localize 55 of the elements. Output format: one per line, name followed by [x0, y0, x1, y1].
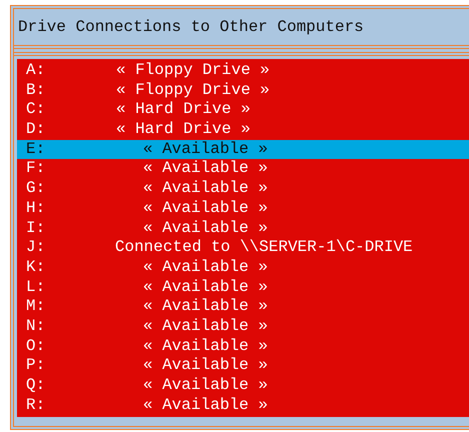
drive-row[interactable]: I: « Available » — [17, 218, 469, 238]
drive-status: « Available » — [142, 297, 268, 317]
drive-letter: A: — [25, 61, 46, 81]
drive-letter: M: — [25, 297, 46, 317]
drive-row[interactable]: G: « Available » — [17, 179, 469, 199]
drive-status: « Available » — [142, 198, 268, 218]
drive-letter: I: — [25, 218, 46, 238]
drive-letter: G: — [25, 179, 46, 199]
drive-status: « Available » — [142, 140, 268, 160]
drive-status: « Available » — [142, 159, 268, 180]
drive-status: « Available » — [142, 179, 268, 199]
drive-status: « Available » — [142, 356, 268, 376]
drive-letter: Q: — [25, 376, 46, 396]
drive-status: « Available » — [142, 336, 268, 356]
drive-row[interactable]: M: « Available » — [17, 297, 469, 317]
drive-status: « Floppy Drive » — [115, 61, 270, 81]
drive-status: Connected to \\SERVER-1\C-DRIVE — [114, 238, 413, 258]
drive-row[interactable]: A: « Floppy Drive » — [17, 61, 469, 81]
drive-row[interactable]: H: « Available » — [17, 198, 469, 218]
drive-row[interactable]: O: « Available » — [17, 336, 469, 356]
drive-status: « Available » — [142, 218, 268, 238]
drive-letter: R: — [25, 396, 46, 416]
drive-row[interactable]: F: « Available » — [17, 159, 469, 180]
drive-status: « Available » — [142, 258, 268, 278]
drive-row[interactable]: C: « Hard Drive » — [17, 100, 469, 120]
window-title: Drive Connections to Other Computers — [18, 17, 364, 38]
drive-row[interactable]: R: « Available » — [17, 396, 469, 416]
drive-row[interactable]: Q: « Available » — [17, 376, 469, 396]
drive-row[interactable]: D: « Hard Drive » — [17, 120, 469, 140]
drive-letter: F: — [25, 159, 46, 180]
drive-letter: D: — [25, 120, 46, 140]
drive-row[interactable]: B: « Floppy Drive » — [17, 80, 469, 100]
drive-letter: O: — [25, 336, 46, 356]
drive-letter: H: — [25, 198, 46, 218]
drive-row[interactable]: E: « Available » — [17, 140, 469, 160]
drive-letter: B: — [25, 80, 46, 100]
drive-letter: C: — [25, 100, 46, 120]
drive-letter: P: — [25, 356, 46, 376]
drive-status: « Hard Drive » — [115, 100, 250, 120]
drive-row[interactable]: N: « Available » — [17, 316, 469, 337]
drive-row[interactable]: K: « Available » — [17, 258, 469, 278]
drive-status: « Available » — [142, 316, 268, 337]
drive-status: « Floppy Drive » — [115, 80, 270, 100]
drive-status: « Available » — [142, 376, 268, 396]
drive-row[interactable]: J: Connected to \\SERVER-1\C-DRIVE — [17, 238, 469, 258]
drive-letter: N: — [25, 316, 46, 337]
drive-status: « Available » — [142, 396, 268, 416]
drive-status: « Available » — [142, 278, 268, 298]
drive-row[interactable]: P: « Available » — [17, 356, 469, 376]
drive-row[interactable]: L: « Available » — [17, 278, 469, 298]
drive-status: « Hard Drive » — [115, 120, 250, 140]
drive-letter: J: — [25, 238, 46, 258]
drive-letter: L: — [25, 278, 46, 298]
drive-letter: E: — [25, 140, 46, 160]
drive-letter: K: — [25, 258, 46, 278]
